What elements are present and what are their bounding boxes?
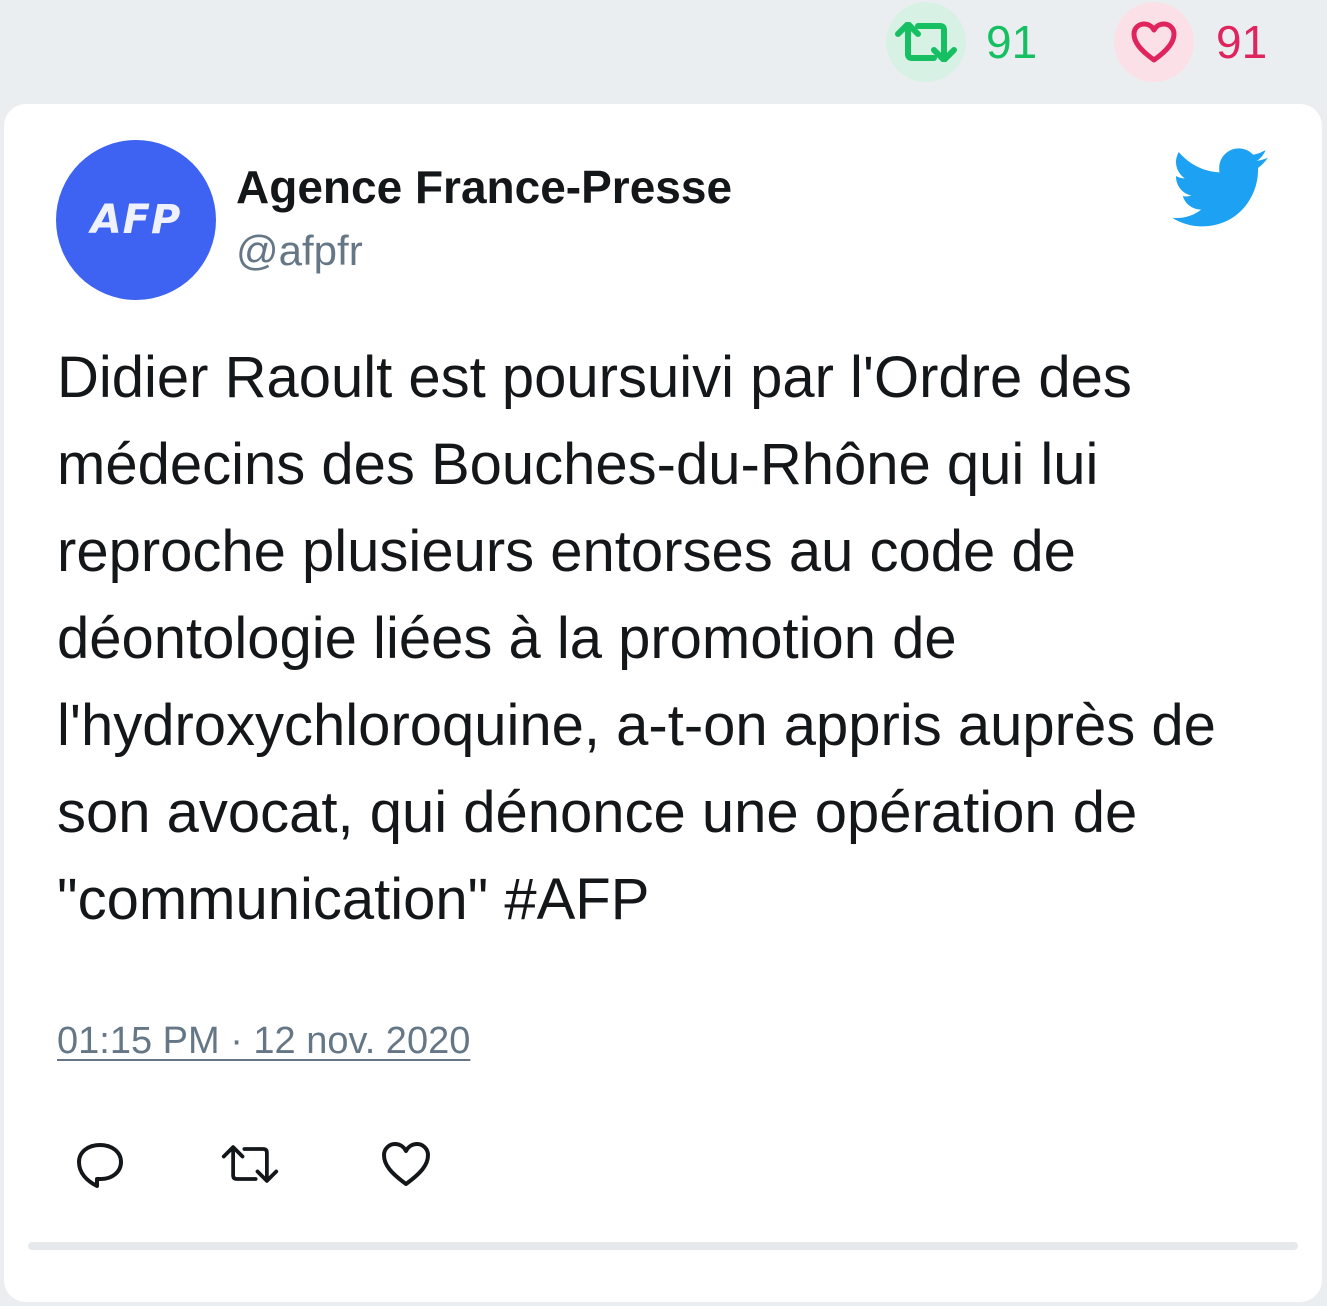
- twitter-bird-icon[interactable]: [1170, 148, 1270, 228]
- author-name[interactable]: Agence France-Presse: [236, 162, 732, 213]
- retweet-icon: [221, 1145, 279, 1183]
- tweet-card: AFP Agence France-Presse @afpfr Didier R…: [4, 104, 1322, 1302]
- retweet-stat-circle[interactable]: [886, 2, 966, 82]
- heart-icon: [382, 1142, 430, 1186]
- like-button[interactable]: [376, 1134, 436, 1194]
- retweet-icon: [895, 22, 957, 62]
- retweet-count: 91: [986, 16, 1038, 68]
- retweet-button[interactable]: [220, 1134, 280, 1194]
- divider: [28, 1242, 1298, 1250]
- reply-button[interactable]: [70, 1134, 130, 1194]
- engagement-stats: 91 91: [0, 0, 1327, 100]
- tweet-text: Didier Raoult est poursuivi par l'Ordre …: [57, 345, 1216, 932]
- retweet-stat[interactable]: 91: [886, 2, 1037, 82]
- like-stat-circle[interactable]: [1114, 2, 1194, 82]
- tweet-actions: [4, 1134, 1322, 1204]
- tweet-timestamp-link[interactable]: 01:15 PM · 12 nov. 2020: [57, 1020, 470, 1063]
- avatar-logo: AFP: [90, 197, 182, 243]
- author-handle[interactable]: @afpfr: [236, 227, 363, 274]
- reply-icon: [77, 1143, 123, 1188]
- like-count: 91: [1216, 16, 1268, 68]
- avatar[interactable]: AFP: [56, 140, 216, 300]
- heart-icon: [1131, 21, 1177, 63]
- like-stat[interactable]: 91: [1114, 2, 1267, 82]
